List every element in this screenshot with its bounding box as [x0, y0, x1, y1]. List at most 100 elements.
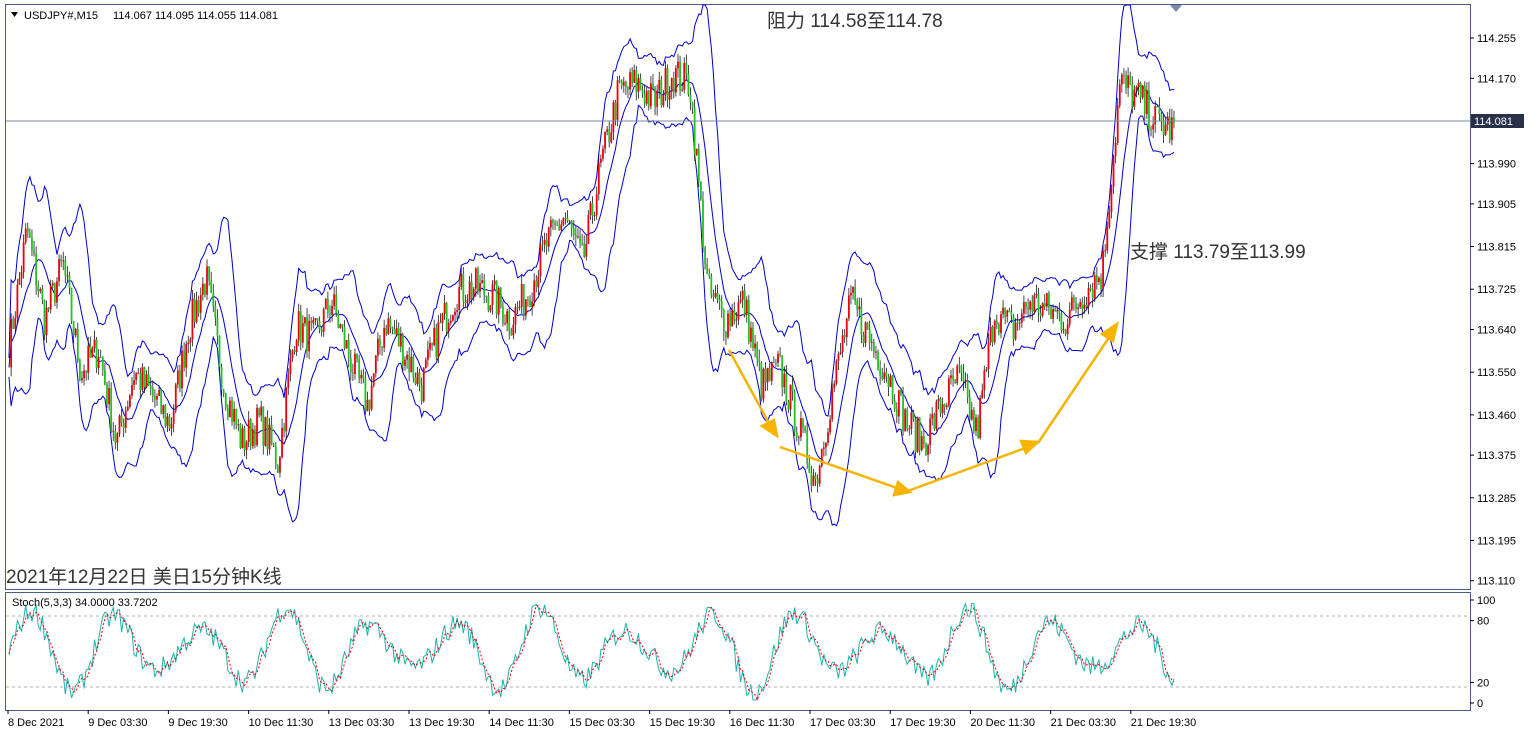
candle-body — [435, 327, 438, 357]
candle-body — [28, 232, 31, 238]
candle-body — [674, 68, 677, 93]
candle-body — [604, 131, 606, 149]
candle-body — [591, 203, 594, 216]
time-axis[interactable]: 8 Dec 2021 9 Dec 03:30 9 Dec 19:30 10 Dec 1… — [7, 710, 1196, 729]
candle-body — [783, 373, 786, 388]
candle-body — [364, 378, 367, 412]
candle-body — [120, 415, 123, 423]
candle-body — [687, 73, 690, 95]
candle-body — [839, 352, 842, 354]
candle-body — [18, 278, 21, 285]
candle-body — [710, 276, 713, 296]
candle-body — [970, 409, 973, 420]
candle-body — [843, 335, 846, 338]
candle-body — [943, 404, 946, 408]
candle-body — [714, 292, 717, 297]
candle-body — [606, 129, 609, 132]
candle-body — [918, 417, 921, 451]
candle-body — [1131, 83, 1134, 108]
candle-body — [83, 370, 85, 379]
candle-body — [537, 276, 540, 288]
candle-body — [243, 428, 246, 451]
candle-body — [720, 301, 723, 310]
candle-body — [887, 376, 890, 387]
candle-body — [33, 249, 35, 254]
candle-body — [93, 339, 96, 349]
candle-body — [658, 79, 661, 91]
candle-body — [966, 380, 969, 398]
candle-body — [87, 345, 90, 373]
candle-body — [474, 268, 477, 289]
candle-body — [697, 148, 700, 182]
candle-body — [804, 427, 807, 431]
candle-body — [662, 94, 665, 106]
candle-body — [985, 369, 988, 371]
candle-body — [47, 307, 50, 310]
candle-body — [154, 395, 156, 400]
candle-body — [716, 292, 719, 300]
candle-body — [383, 328, 386, 348]
candle-body — [933, 414, 936, 429]
stoch-axis[interactable]: 100 80 20 0 — [1470, 595, 1495, 710]
candle-body — [599, 158, 602, 163]
candle-body — [324, 298, 327, 310]
candle-body — [95, 339, 98, 368]
candle-body — [589, 203, 592, 215]
candle-body — [316, 318, 319, 322]
price-tick-label: 113.460 — [1477, 410, 1516, 422]
candle-body — [229, 400, 231, 418]
candle-body — [224, 393, 227, 408]
candle-body — [1114, 142, 1117, 156]
candle-body — [1133, 89, 1136, 108]
candle-body — [524, 299, 527, 316]
candle-body — [937, 398, 940, 402]
candle-body — [385, 328, 388, 335]
candle-body — [31, 237, 33, 250]
candle-body — [126, 406, 129, 411]
candle-body — [422, 368, 425, 402]
candle-body — [158, 389, 160, 396]
candle-body — [897, 390, 900, 417]
candle-body — [470, 281, 473, 298]
candle-body — [954, 379, 957, 383]
candle-body — [393, 328, 396, 335]
candle-body — [406, 354, 408, 360]
candle-body — [1066, 324, 1069, 335]
candle-body — [983, 370, 986, 391]
candle-body — [206, 266, 208, 295]
candle-body — [379, 338, 381, 347]
candle-body — [735, 319, 738, 321]
candle-body — [351, 372, 354, 374]
candle-body — [312, 319, 315, 324]
candle-body — [416, 372, 419, 385]
candle-body — [1127, 75, 1130, 88]
candle-body — [889, 375, 892, 387]
chart-caption: 2021年12月22日 美日15分钟K线 — [6, 566, 282, 588]
candle-body — [1143, 85, 1146, 115]
candle-body — [941, 404, 944, 414]
candle-body — [1162, 122, 1165, 135]
candle-body — [414, 377, 417, 385]
candle-body — [1033, 295, 1036, 312]
candle-body — [347, 340, 350, 359]
price-tick-label: 113.375 — [1477, 450, 1516, 462]
candle-body — [39, 289, 42, 292]
stoch-tick-label: 100 — [1477, 595, 1495, 607]
candle-body — [391, 327, 394, 329]
price-pane[interactable] — [5, 4, 1471, 590]
candle-body — [24, 228, 27, 243]
candle-body — [160, 389, 163, 414]
candle-body — [768, 367, 771, 381]
stoch-pane[interactable] — [5, 592, 1471, 711]
candle-body — [268, 424, 271, 450]
candle-body — [12, 318, 15, 329]
candle-body — [608, 129, 611, 143]
candle-body — [210, 280, 213, 293]
candle-body — [856, 300, 859, 310]
candle-body — [620, 80, 623, 86]
candle-body — [635, 69, 638, 92]
candle-body — [1077, 307, 1079, 310]
candle-body — [493, 280, 496, 285]
candle-body — [522, 284, 525, 316]
candle-body — [556, 224, 559, 226]
